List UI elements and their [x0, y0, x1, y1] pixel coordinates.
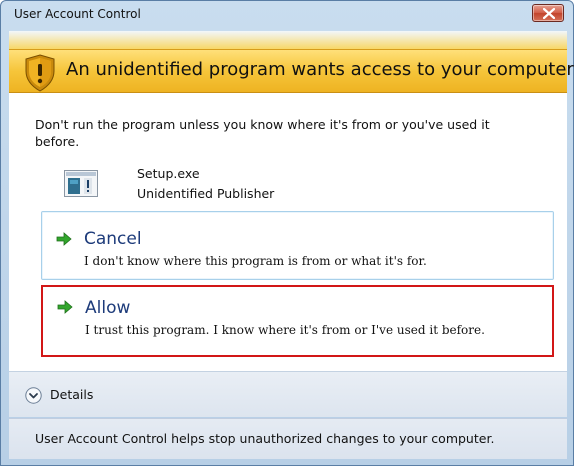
allow-title: Allow	[85, 298, 131, 318]
uac-dialog: User Account Control An unidentified pro…	[0, 0, 574, 466]
window-title: User Account Control	[14, 7, 141, 21]
banner-message: An unidentified program wants access to …	[66, 59, 574, 80]
footer-text: User Account Control helps stop unauthor…	[35, 431, 495, 446]
cancel-title: Cancel	[84, 229, 142, 249]
green-arrow-icon	[56, 232, 72, 246]
title-bar: User Account Control	[1, 1, 573, 31]
details-label[interactable]: Details	[50, 387, 93, 402]
banner-fade	[9, 31, 567, 49]
warning-text: Don't run the program unless you know wh…	[35, 117, 490, 149]
program-name: Setup.exe	[137, 166, 200, 181]
program-publisher: Unidentified Publisher	[137, 186, 275, 201]
green-arrow-icon	[57, 300, 73, 314]
close-button[interactable]	[532, 4, 564, 22]
allow-option[interactable]: Allow I trust this program. I know where…	[41, 285, 554, 357]
chevron-down-icon[interactable]	[25, 387, 42, 404]
program-icon	[64, 170, 98, 197]
footer: User Account Control helps stop unauthor…	[9, 418, 567, 459]
details-section[interactable]: Details	[9, 371, 567, 417]
shield-warning-icon	[25, 54, 55, 92]
allow-description: I trust this program. I know where it's …	[85, 323, 485, 337]
warning-banner: An unidentified program wants access to …	[9, 49, 574, 93]
cancel-option[interactable]: Cancel I don't know where this program i…	[41, 211, 554, 280]
cancel-description: I don't know where this program is from …	[84, 254, 427, 268]
close-icon	[543, 8, 555, 19]
